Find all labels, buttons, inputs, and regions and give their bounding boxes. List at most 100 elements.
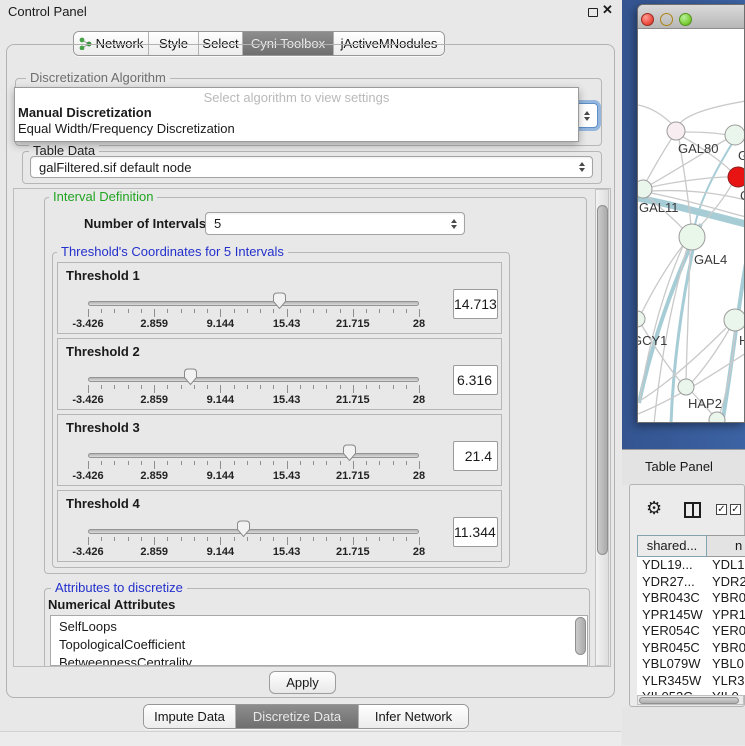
slider-tick [141,385,142,389]
slider-tick-label: 21.715 [331,318,375,330]
network-edge[interactable] [651,177,729,187]
network-node-label: GAL11 [639,200,679,215]
algorithm-popup-item-manual-discretization[interactable]: Manual Discretization [18,105,575,121]
network-node-gal11[interactable] [638,180,652,198]
threshold-label: Threshold 2 [66,344,140,359]
apply-button[interactable]: Apply [269,671,336,694]
slider-tick [128,385,129,389]
slider-track[interactable] [88,301,419,306]
main-scrollbar-thumb[interactable] [597,205,608,555]
threshold-value-field[interactable]: 21.4 [453,441,498,471]
network-canvas[interactable]: GAL80GACGAL11GAL4GCY1HAHAP2 [638,28,745,423]
slider-tick-label: -3.426 [66,546,110,558]
network-node-gal4[interactable] [679,224,705,250]
checkbox-icon[interactable]: ✓ [730,504,741,515]
numerical-attributes-list[interactable]: SelfLoops TopologicalCoefficient Betweenne… [50,615,588,666]
slider-tick [419,385,420,393]
slider-tick [300,537,301,541]
table-data-select[interactable]: galFiltered.sif default node [30,156,593,178]
slider-track[interactable] [88,377,419,382]
table-data-value: galFiltered.sif default node [39,160,191,175]
tab-infer-network[interactable]: Infer Network [359,705,468,728]
network-node-hap2[interactable] [678,379,694,395]
close-icon[interactable]: ✕ [602,2,613,18]
gear-icon[interactable]: ⚙ [646,498,662,519]
table-row-yer054c[interactable]: YER054CYER0 [637,623,745,640]
slider-tick [419,537,420,545]
slider-tick [406,537,407,541]
table-column-header-shared[interactable]: shared... [637,535,707,557]
minimize-traffic-light-icon[interactable] [660,13,673,26]
network-node-ha[interactable] [724,309,745,331]
network-window-titlebar[interactable] [638,5,744,29]
table-row-ylr345w[interactable]: YLR345WYLR3 [637,673,745,690]
network-node-c[interactable] [728,167,745,187]
slider-tick [167,461,168,465]
slider-tick-label: 2.859 [132,394,176,406]
slider-tick [406,461,407,465]
threshold-value-field[interactable]: 6.316 [453,365,498,395]
slider-tick [167,309,168,313]
checkbox-icon[interactable]: ✓ [716,504,727,515]
close-traffic-light-icon[interactable] [641,13,654,26]
table-row-ybr043c[interactable]: YBR043CYBR0 [637,590,745,607]
table-row-ybr045c[interactable]: YBR045CYBR0 [637,640,745,657]
threshold-value-field[interactable]: 11.344 [453,517,498,547]
slider-tick [88,537,89,545]
table-row-ydr27[interactable]: YDR27...YDR2 [637,574,745,591]
table-row-ydl19[interactable]: YDL19...YDL1 [637,557,745,574]
table-cell-name: YBR0 [712,640,745,657]
table-row-ypr145w[interactable]: YPR145WYPR1 [637,607,745,624]
slider-thumb[interactable] [183,368,198,386]
attribute-item-betweennesscentrality[interactable]: BetweennessCentrality [59,655,192,666]
threshold-value-field[interactable]: 14.713 [453,289,498,319]
network-node-ga[interactable] [725,125,745,145]
network-node-gal80[interactable] [667,122,685,140]
tab-discretize-data[interactable]: Discretize Data [236,705,359,728]
slider-tick [340,309,341,313]
slider-tick [379,537,380,541]
table-hscrollbar-thumb[interactable] [639,697,739,704]
attribute-item-topologicalcoefficient[interactable]: TopologicalCoefficient [59,637,185,652]
num-intervals-select[interactable]: 5 [205,212,465,235]
slider-tick [300,309,301,313]
network-edge[interactable] [678,101,745,126]
slider-tick [181,537,182,541]
split-panel-icon[interactable] [684,502,701,518]
slider-tick [141,461,142,465]
slider-tick-label: 15.43 [265,318,309,330]
float-window-icon[interactable] [588,8,598,17]
slider-tick [340,461,341,465]
network-edge[interactable] [651,191,745,200]
network-node[interactable] [709,412,725,423]
slider-track[interactable] [88,453,419,458]
attribute-item-selfloops[interactable]: SelfLoops [59,619,117,634]
tab-impute-data[interactable]: Impute Data [144,705,236,728]
slider-tick [273,537,274,541]
tab-label: Infer Network [375,709,452,724]
slider-tick [207,309,208,313]
algorithm-popup-item-equal-width-frequency-discretization[interactable]: Equal Width/Frequency Discretization [18,121,575,137]
slider-track[interactable] [88,529,419,534]
network-node-gcy1[interactable] [638,311,645,327]
interval-group-title: Interval Definition [49,190,157,204]
attributes-scrollbar-thumb[interactable] [575,617,586,655]
slider-thumb[interactable] [272,292,287,310]
slider-tick-label: 21.715 [331,470,375,482]
table-panel-footer [622,707,745,745]
bottom-strip [0,731,621,746]
slider-tick [419,309,420,317]
table-row-ybl079w[interactable]: YBL079WYBL0 [637,656,745,673]
network-edge[interactable] [684,132,727,135]
network-edge[interactable] [638,105,674,126]
slider-tick [128,537,129,541]
table-column-header-name[interactable]: n [707,535,745,557]
slider-thumb[interactable] [342,444,357,462]
zoom-traffic-light-icon[interactable] [679,13,692,26]
slider-tick [181,309,182,313]
slider-tick [353,537,354,545]
slider-tick [326,309,327,313]
network-edge[interactable] [646,138,672,182]
threshold-row-3: Threshold 3-3.4262.8599.14415.4321.71528… [57,414,502,486]
slider-thumb[interactable] [236,520,251,538]
